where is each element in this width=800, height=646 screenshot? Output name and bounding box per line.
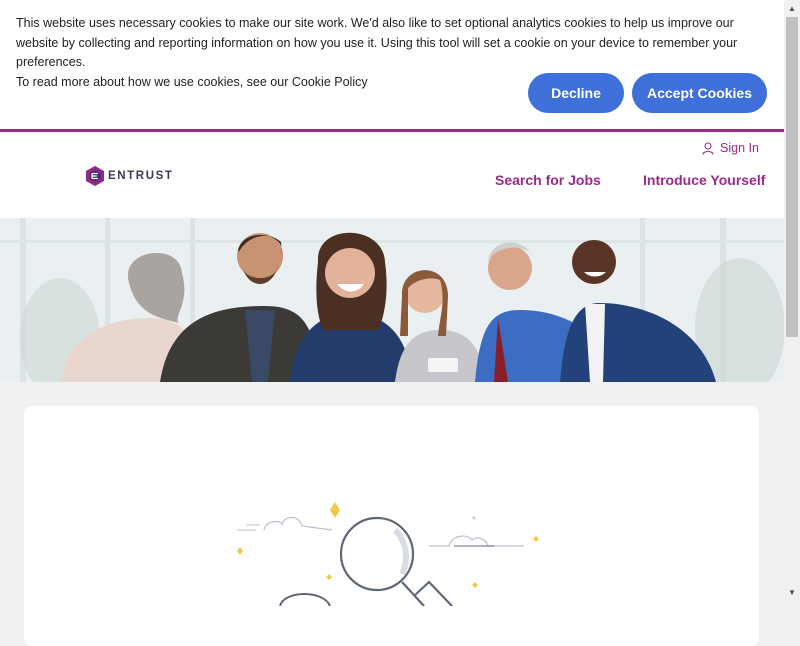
nav-search-for-jobs[interactable]: Search for Jobs — [495, 172, 601, 188]
nav-introduce-yourself[interactable]: Introduce Yourself — [643, 172, 765, 188]
sparkle-icon — [326, 574, 332, 580]
accept-cookies-button[interactable]: Accept Cookies — [632, 73, 767, 113]
scrollbar-thumb[interactable] — [786, 17, 798, 337]
scroll-down-arrow-icon[interactable]: ▼ — [784, 584, 800, 600]
sign-in-link[interactable]: Sign In — [702, 141, 759, 155]
site-header: ENTRUST Sign In Search for Jobs Introduc… — [0, 132, 784, 218]
entrust-logo[interactable]: ENTRUST — [85, 165, 174, 187]
sign-in-label: Sign In — [720, 141, 759, 155]
sparkle-icon — [237, 547, 243, 555]
sparkle-icon — [330, 502, 340, 518]
entrust-logo-icon — [86, 166, 104, 186]
cookie-banner: This website uses necessary cookies to m… — [0, 0, 784, 129]
hero-team-photo — [0, 218, 784, 382]
decline-button[interactable]: Decline — [528, 73, 624, 113]
logo-text: ENTRUST — [108, 170, 174, 182]
main-content — [0, 382, 784, 646]
sparkle-icon — [533, 536, 539, 542]
sparkle-icon — [472, 582, 478, 588]
magnifier-illustration — [237, 502, 539, 607]
cookie-message-text: This website uses necessary cookies to m… — [16, 16, 738, 69]
scroll-up-arrow-icon[interactable]: ▲ — [784, 0, 800, 16]
user-icon — [702, 141, 714, 155]
cookie-policy-link[interactable]: Cookie Policy — [292, 75, 368, 89]
content-card — [24, 406, 759, 646]
team-photo-illustration — [0, 218, 784, 382]
cookie-policy-prefix: To read more about how we use cookies, s… — [16, 74, 289, 89]
